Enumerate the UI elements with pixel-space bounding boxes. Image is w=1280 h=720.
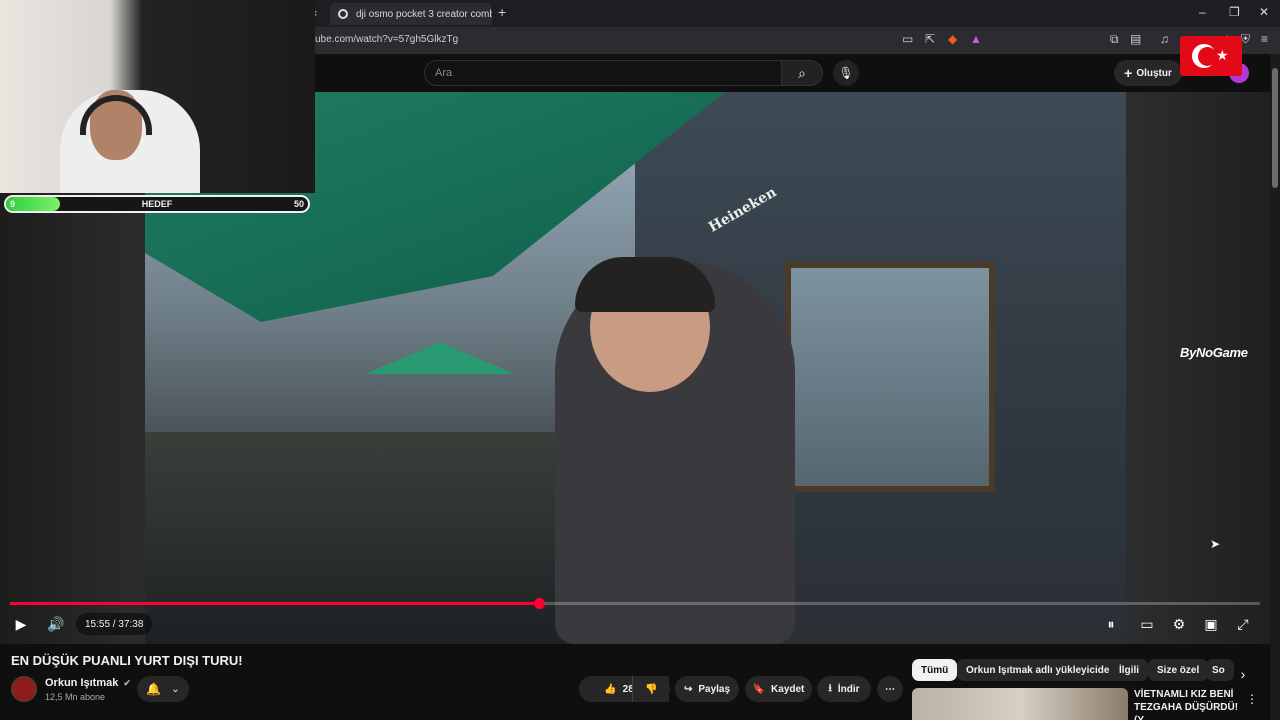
cafe-window xyxy=(785,262,995,492)
dislike-button[interactable]: 👎 xyxy=(632,676,670,702)
scrollbar-thumb[interactable] xyxy=(1272,68,1278,188)
recommendation-thumbnail[interactable] xyxy=(912,688,1128,720)
chevron-right-icon: › xyxy=(1240,666,1246,682)
brave-rewards-icon[interactable]: ▲ xyxy=(970,32,982,46)
more-actions-button[interactable]: ⋯ xyxy=(877,676,903,702)
new-tab-button[interactable]: + xyxy=(498,4,506,20)
gear-icon: ⚙ xyxy=(1172,615,1186,632)
goal-label: HEDEF xyxy=(141,199,173,209)
brave-shield-icon[interactable]: ◆ xyxy=(948,32,957,46)
sidebar-icon[interactable]: ▤ xyxy=(1130,32,1141,46)
save-label: Kaydet xyxy=(771,683,805,695)
subscriber-count: 12,5 Mn abone xyxy=(45,692,106,702)
google-favicon-icon xyxy=(338,9,348,19)
crescent-cutout xyxy=(1198,47,1217,66)
voice-search-button[interactable]: 🎙 xyxy=(833,60,859,86)
settings-button[interactable]: ⚙ xyxy=(1168,613,1190,635)
minimize-window-icon[interactable]: – xyxy=(1199,5,1206,19)
more-horizontal-icon: ⋯ xyxy=(885,683,895,695)
create-label: Oluştur xyxy=(1136,67,1172,79)
pause-circle-icon: ⏸ xyxy=(1107,615,1115,632)
page-scrollbar[interactable] xyxy=(1270,54,1280,720)
bynogame-watermark: ByNoGame xyxy=(1180,345,1248,360)
more-vertical-icon: ⋮ xyxy=(1246,692,1258,706)
chip-from-uploader[interactable]: Orkun Işıtmak adlı yükleyiciden xyxy=(957,659,1125,681)
cast-icon[interactable]: ▭ xyxy=(902,32,913,46)
channel-name[interactable]: Orkun Işıtmak ✔ xyxy=(45,677,131,689)
video-title: EN DÜŞÜK PUANLI YURT DIŞI TURU! xyxy=(11,653,243,668)
share-page-icon[interactable]: ⇱ xyxy=(925,32,935,46)
chips-next-button[interactable]: › xyxy=(1233,663,1253,685)
chip-related[interactable]: İlgili xyxy=(1110,659,1148,681)
url-text[interactable]: ube.com/watch?v=57gh5GlkzTg xyxy=(315,34,458,45)
create-button[interactable]: + Oluştur xyxy=(1114,60,1182,86)
chevron-down-icon: ⌄ xyxy=(171,683,180,695)
turkish-flag: ★ xyxy=(1180,36,1242,76)
mouse-cursor-icon: ➤ xyxy=(1210,537,1221,551)
play-icon: ▶ xyxy=(15,615,27,632)
volume-button[interactable]: 🔊 xyxy=(45,613,67,635)
theater-mode-button[interactable]: ▣ xyxy=(1200,613,1222,635)
goal-max: 50 xyxy=(293,199,304,209)
time-display: 15:55 / 37:38 xyxy=(76,613,153,635)
search-input[interactable]: Ara xyxy=(424,60,782,86)
extensions-icon[interactable]: ⧉ xyxy=(1110,32,1119,47)
thumbs-down-icon: 👎 xyxy=(645,683,658,695)
subtitles-icon: ▭ xyxy=(1140,615,1154,632)
subtitles-button[interactable]: ▭ xyxy=(1136,613,1158,635)
notification-bell-button[interactable]: 🔔 ⌄ xyxy=(137,676,189,702)
webcam-overlay xyxy=(0,0,315,193)
bell-icon: 🔔 xyxy=(146,682,162,696)
menu-icon[interactable]: ≡ xyxy=(1261,32,1268,46)
person-cap xyxy=(575,257,715,312)
progress-scrubber[interactable] xyxy=(533,598,545,609)
vpn-shield-icon[interactable]: ⛨ xyxy=(1241,32,1250,47)
share-label: Paylaş xyxy=(698,683,731,695)
recommendation-title[interactable]: VİETNAMLI KIZ BENİ TEZGAHA DÜŞÜRDÜ! (Y..… xyxy=(1134,688,1252,720)
share-icon: ↪ xyxy=(683,683,693,695)
restore-window-icon[interactable]: ❐ xyxy=(1229,5,1240,19)
download-label: İndir xyxy=(837,683,860,695)
play-button[interactable]: ▶ xyxy=(10,613,32,635)
download-icon: ⭳ xyxy=(828,682,832,694)
plus-icon: + xyxy=(1124,65,1133,81)
progress-played xyxy=(10,602,539,605)
background-umbrella xyxy=(365,342,515,374)
cafe-crowd xyxy=(145,432,605,644)
search-icon: ⌕ xyxy=(798,64,806,81)
bookmark-icon: 🔖 xyxy=(752,683,766,695)
music-icon[interactable]: ♫ xyxy=(1160,32,1169,46)
thumbs-up-icon: 👍 xyxy=(604,683,617,695)
verified-icon: ✔ xyxy=(123,678,131,688)
volume-icon: 🔊 xyxy=(47,615,65,632)
star-icon: ★ xyxy=(1216,47,1229,63)
channel-avatar[interactable] xyxy=(11,676,37,702)
browser-tab-title: dji osmo pocket 3 creator combo - G xyxy=(356,8,492,20)
chip-for-you[interactable]: Size özel xyxy=(1148,659,1209,681)
share-button[interactable]: ↪ Paylaş xyxy=(675,676,739,702)
close-window-icon[interactable]: ✕ xyxy=(1259,5,1269,19)
autoplay-toggle[interactable]: ⏸ xyxy=(1100,613,1122,635)
progress-bar[interactable] xyxy=(10,598,1260,609)
video-letterbox-right xyxy=(1126,92,1270,644)
save-button[interactable]: 🔖 Kaydet xyxy=(745,676,812,702)
fullscreen-icon: ⤢ xyxy=(1237,615,1249,632)
download-button[interactable]: ⭳ İndir xyxy=(817,676,871,702)
chip-all[interactable]: Tümü xyxy=(912,659,958,681)
chip-more[interactable]: So xyxy=(1206,659,1234,681)
recommendation-menu-button[interactable]: ⋮ xyxy=(1244,688,1260,710)
search-button[interactable]: ⌕ xyxy=(781,60,823,86)
microphone-icon: 🎙 xyxy=(838,66,854,80)
channel-name-text: Orkun Işıtmak xyxy=(45,677,119,689)
browser-tab-active[interactable]: dji osmo pocket 3 creator combo - G xyxy=(330,3,492,25)
fullscreen-button[interactable]: ⤢ xyxy=(1232,613,1254,635)
theater-icon: ▣ xyxy=(1204,615,1218,632)
goal-bar: 9 HEDEF 50 xyxy=(4,195,310,213)
